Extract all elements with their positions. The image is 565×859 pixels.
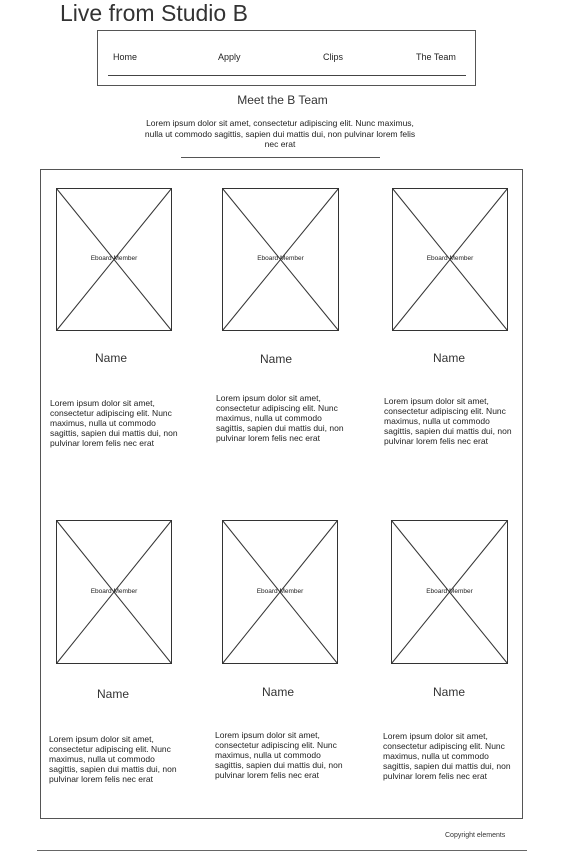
- section-intro: Lorem ipsum dolor sit amet, consectetur …: [144, 118, 416, 149]
- member-bio: Lorem ipsum dolor sit amet, consectetur …: [49, 734, 177, 784]
- member-photo-label: Eboard Member: [426, 255, 474, 262]
- member-bio: Lorem ipsum dolor sit amet, consectetur …: [216, 393, 344, 443]
- nav-apply-link[interactable]: Apply: [218, 52, 241, 62]
- main-nav: Home Apply Clips The Team: [97, 30, 476, 86]
- member-name: Name: [97, 687, 130, 701]
- member-bio: Lorem ipsum dolor sit amet, consectetur …: [50, 398, 178, 448]
- member-bio: Lorem ipsum dolor sit amet, consectetur …: [215, 730, 343, 780]
- member-photo-placeholder: Eboard Member: [392, 188, 508, 331]
- member-photo-placeholder: Eboard Member: [56, 188, 172, 331]
- site-title: Live from Studio B: [60, 0, 248, 26]
- member-photo-placeholder: Eboard Member: [222, 188, 339, 331]
- member-photo-label: Eboard Member: [90, 255, 138, 262]
- member-photo-placeholder: Eboard Member: [391, 520, 508, 664]
- member-photo-label: Eboard Member: [90, 588, 138, 595]
- member-bio: Lorem ipsum dolor sit amet, consectetur …: [384, 396, 512, 446]
- member-name: Name: [260, 352, 293, 366]
- member-name: Name: [262, 685, 295, 699]
- nav-home-link[interactable]: Home: [113, 52, 137, 62]
- member-photo-placeholder: Eboard Member: [222, 520, 338, 664]
- member-name: Name: [433, 351, 466, 365]
- member-bio: Lorem ipsum dolor sit amet, consectetur …: [383, 731, 511, 781]
- member-name: Name: [433, 685, 466, 699]
- member-name: Name: [95, 351, 128, 365]
- footer-divider: [37, 850, 527, 851]
- member-photo-label: Eboard Member: [426, 588, 473, 595]
- section-title: Meet the B Team: [237, 93, 328, 107]
- nav-divider: [108, 75, 466, 76]
- nav-clips-link[interactable]: Clips: [323, 52, 343, 62]
- member-photo-label: Eboard Member: [256, 588, 304, 595]
- member-photo-label: Eboard Member: [257, 255, 304, 262]
- copyright-text: Copyright elements: [445, 832, 506, 839]
- member-photo-placeholder: Eboard Member: [56, 520, 172, 664]
- intro-divider: [181, 157, 380, 158]
- nav-team-link[interactable]: The Team: [416, 52, 456, 62]
